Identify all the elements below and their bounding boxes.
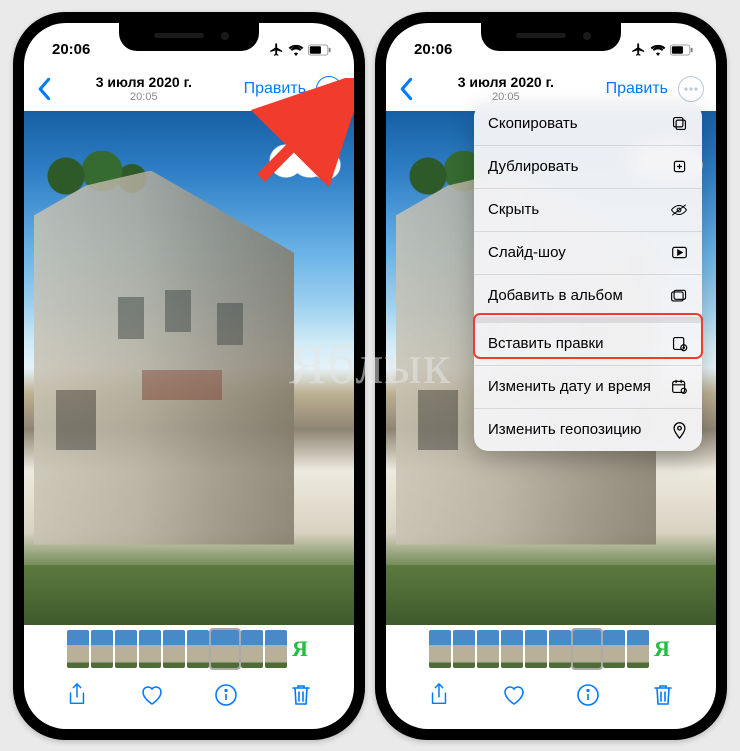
- share-icon: [429, 683, 449, 707]
- bottom-toolbar: [386, 673, 716, 729]
- thumbnail[interactable]: [265, 630, 287, 668]
- thumbnail[interactable]: [429, 630, 451, 668]
- paste-edits-icon: [670, 335, 688, 353]
- thumbnail-selected[interactable]: [211, 630, 239, 668]
- battery-icon: [308, 44, 332, 56]
- menu-label: Слайд-шоу: [488, 244, 566, 261]
- wifi-icon: [288, 44, 304, 56]
- menu-item-adjust-date[interactable]: Изменить дату и время: [474, 366, 702, 409]
- duplicate-icon: [670, 158, 688, 176]
- edit-button[interactable]: Править: [244, 80, 306, 98]
- thumbnail[interactable]: [241, 630, 263, 668]
- thumbnail-selected[interactable]: [573, 630, 601, 668]
- menu-label: Добавить в альбом: [488, 287, 623, 304]
- thumbnail[interactable]: [627, 630, 649, 668]
- photo-viewer[interactable]: [24, 111, 354, 625]
- thumbnail[interactable]: [187, 630, 209, 668]
- iphone-right: 20:06 3 июля 2020 г. 20:05 Править: [375, 12, 727, 740]
- slideshow-icon: [670, 244, 688, 262]
- trash-icon: [291, 683, 311, 707]
- hide-icon: [670, 201, 688, 219]
- trash-icon: [653, 683, 673, 707]
- menu-label: Изменить дату и время: [488, 378, 651, 395]
- menu-item-add-to-album[interactable]: Добавить в альбом: [474, 275, 702, 323]
- ellipsis-icon: [322, 87, 336, 91]
- thumbnail-strip[interactable]: Я: [386, 625, 716, 673]
- menu-label: Скрыть: [488, 201, 539, 218]
- info-button[interactable]: [573, 684, 603, 706]
- info-icon: [215, 684, 237, 706]
- adjust-date-icon: [670, 378, 688, 396]
- ellipsis-icon: [684, 87, 698, 91]
- photo-date: 3 июля 2020 г.: [44, 74, 244, 90]
- status-icons: [631, 42, 694, 57]
- menu-item-adjust-location[interactable]: Изменить геопозицию: [474, 409, 702, 451]
- thumbnail-strip[interactable]: Я: [24, 625, 354, 673]
- menu-label: Изменить геопозицию: [488, 421, 641, 438]
- menu-label: Скопировать: [488, 115, 578, 132]
- info-icon: [577, 684, 599, 706]
- status-icons: [269, 42, 332, 57]
- screen-right: 20:06 3 июля 2020 г. 20:05 Править: [386, 23, 716, 729]
- iphone-left: 20:06 3 июля 2020 г. 20:05 Править: [13, 12, 365, 740]
- info-button[interactable]: [211, 684, 241, 706]
- share-button[interactable]: [62, 683, 92, 707]
- photo-building: [34, 171, 294, 545]
- battery-icon: [670, 44, 694, 56]
- menu-item-slideshow[interactable]: Слайд-шоу: [474, 232, 702, 275]
- context-menu: Скопировать Дублировать Скрыть Слайд-шоу: [474, 103, 702, 451]
- menu-item-duplicate[interactable]: Дублировать: [474, 146, 702, 189]
- thumbnail[interactable]: [525, 630, 547, 668]
- title-block: 3 июля 2020 г. 20:05: [44, 74, 244, 103]
- thumbnail[interactable]: [91, 630, 113, 668]
- heart-icon: [502, 684, 526, 706]
- add-to-album-icon: [670, 287, 688, 305]
- more-button[interactable]: [678, 76, 704, 102]
- status-time: 20:06: [414, 41, 452, 58]
- favorite-button[interactable]: [499, 684, 529, 706]
- thumbnail[interactable]: [453, 630, 475, 668]
- delete-button[interactable]: [648, 683, 678, 707]
- title-block: 3 июля 2020 г. 20:05: [406, 74, 606, 103]
- photo-date: 3 июля 2020 г.: [406, 74, 606, 90]
- airplane-icon: [631, 42, 646, 57]
- photo-grass: [386, 565, 716, 625]
- wifi-icon: [650, 44, 666, 56]
- photo-grass: [24, 565, 354, 625]
- delete-button[interactable]: [286, 683, 316, 707]
- nav-bar: 3 июля 2020 г. 20:05 Править: [24, 67, 354, 111]
- menu-item-hide[interactable]: Скрыть: [474, 189, 702, 232]
- thumbnail[interactable]: [163, 630, 185, 668]
- menu-label: Дублировать: [488, 158, 578, 175]
- thumbnail[interactable]: [501, 630, 523, 668]
- thumbnail[interactable]: [477, 630, 499, 668]
- thumbnail[interactable]: [603, 630, 625, 668]
- menu-label: Вставить правки: [488, 335, 603, 352]
- bottom-toolbar: [24, 673, 354, 729]
- notch: [119, 23, 259, 51]
- photo-time: 20:05: [406, 91, 606, 103]
- edit-button[interactable]: Править: [606, 80, 668, 98]
- photo-clouds: [262, 141, 342, 181]
- screen-left: 20:06 3 июля 2020 г. 20:05 Править: [24, 23, 354, 729]
- notch: [481, 23, 621, 51]
- heart-icon: [140, 684, 164, 706]
- airplane-icon: [269, 42, 284, 57]
- more-button[interactable]: [316, 76, 342, 102]
- menu-item-copy[interactable]: Скопировать: [474, 103, 702, 146]
- share-button[interactable]: [424, 683, 454, 707]
- status-time: 20:06: [52, 41, 90, 58]
- favorite-button[interactable]: [137, 684, 167, 706]
- thumbnail[interactable]: [115, 630, 137, 668]
- thumbnail[interactable]: [549, 630, 571, 668]
- copy-icon: [670, 115, 688, 133]
- thumbnail[interactable]: [67, 630, 89, 668]
- thumbnail-logo: Я: [289, 630, 311, 668]
- thumbnail[interactable]: [139, 630, 161, 668]
- photo-time: 20:05: [44, 91, 244, 103]
- adjust-location-icon: [670, 421, 688, 439]
- thumbnail-logo: Я: [651, 630, 673, 668]
- share-icon: [67, 683, 87, 707]
- menu-item-paste-edits[interactable]: Вставить правки: [474, 323, 702, 366]
